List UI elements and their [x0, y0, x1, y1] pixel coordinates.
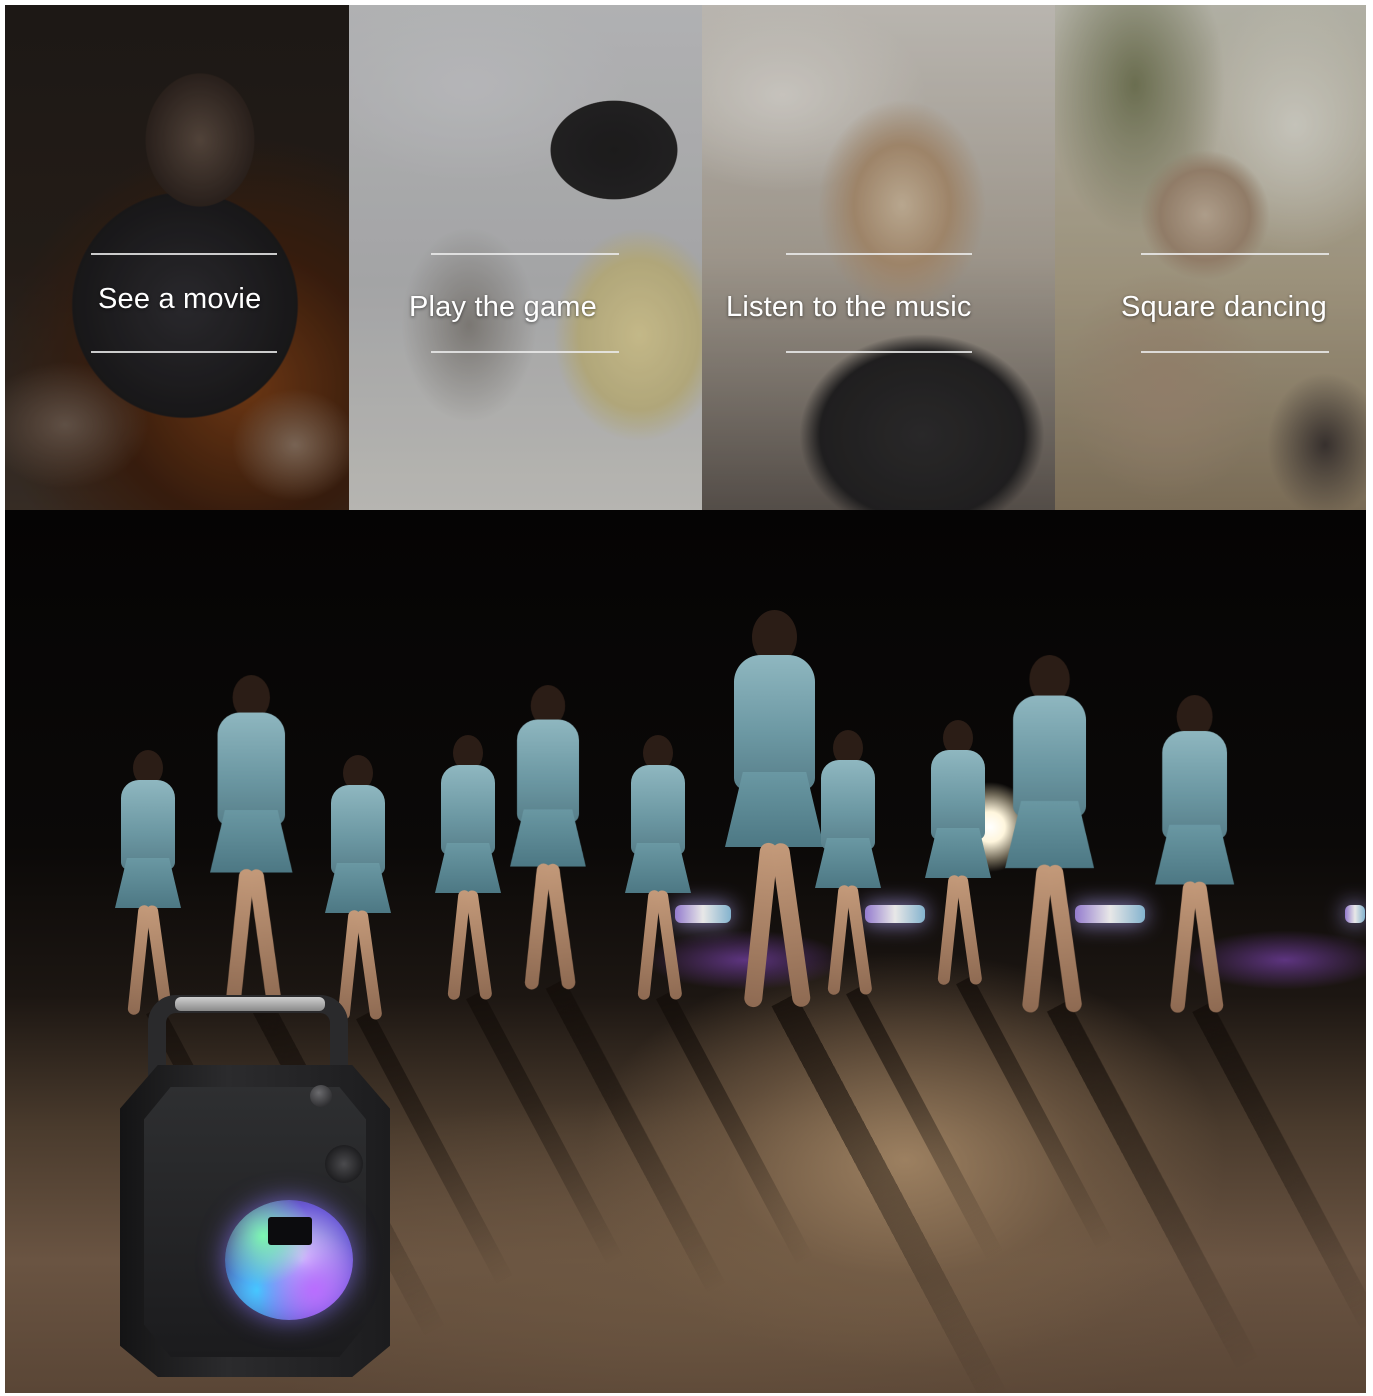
caption-block: Play the game	[349, 253, 702, 353]
stage-light	[1345, 905, 1365, 923]
caption-block: Square dancing	[1055, 253, 1366, 353]
volume-knob-icon	[310, 1085, 332, 1107]
caption-block: See a movie	[5, 253, 349, 353]
scene-panel-movie: See a movie	[5, 5, 349, 510]
scene-panel-music: Listen to the music	[702, 5, 1055, 510]
tweeter-icon	[325, 1145, 363, 1183]
stage-light	[1075, 905, 1145, 923]
stage-light	[865, 905, 925, 923]
stage-lights	[5, 905, 1366, 945]
night-dance-photo	[5, 510, 1366, 1393]
portable-speaker	[120, 995, 390, 1380]
scene-caption: Square dancing	[1121, 291, 1327, 323]
stage-light	[675, 905, 731, 923]
caption-divider-top	[431, 253, 619, 255]
scene-panel-dance: Square dancing	[1055, 5, 1366, 510]
caption-divider-bottom	[91, 351, 277, 353]
usage-scenes-strip: See a movie Play the game Listen to the …	[5, 5, 1366, 510]
scene-caption: Play the game	[409, 291, 597, 323]
caption-divider-top	[786, 253, 972, 255]
scene-caption: Listen to the music	[726, 291, 972, 323]
scene-panel-game: Play the game	[349, 5, 702, 510]
product-image: See a movie Play the game Listen to the …	[5, 5, 1366, 1393]
caption-divider-top	[1141, 253, 1329, 255]
caption-divider-top	[91, 253, 277, 255]
caption-divider-bottom	[431, 351, 619, 353]
caption-divider-bottom	[1141, 351, 1329, 353]
scene-caption: See a movie	[98, 283, 262, 315]
speaker-handle-grip	[175, 997, 325, 1011]
caption-block: Listen to the music	[702, 253, 1055, 353]
speaker-display	[268, 1217, 312, 1245]
caption-divider-bottom	[786, 351, 972, 353]
